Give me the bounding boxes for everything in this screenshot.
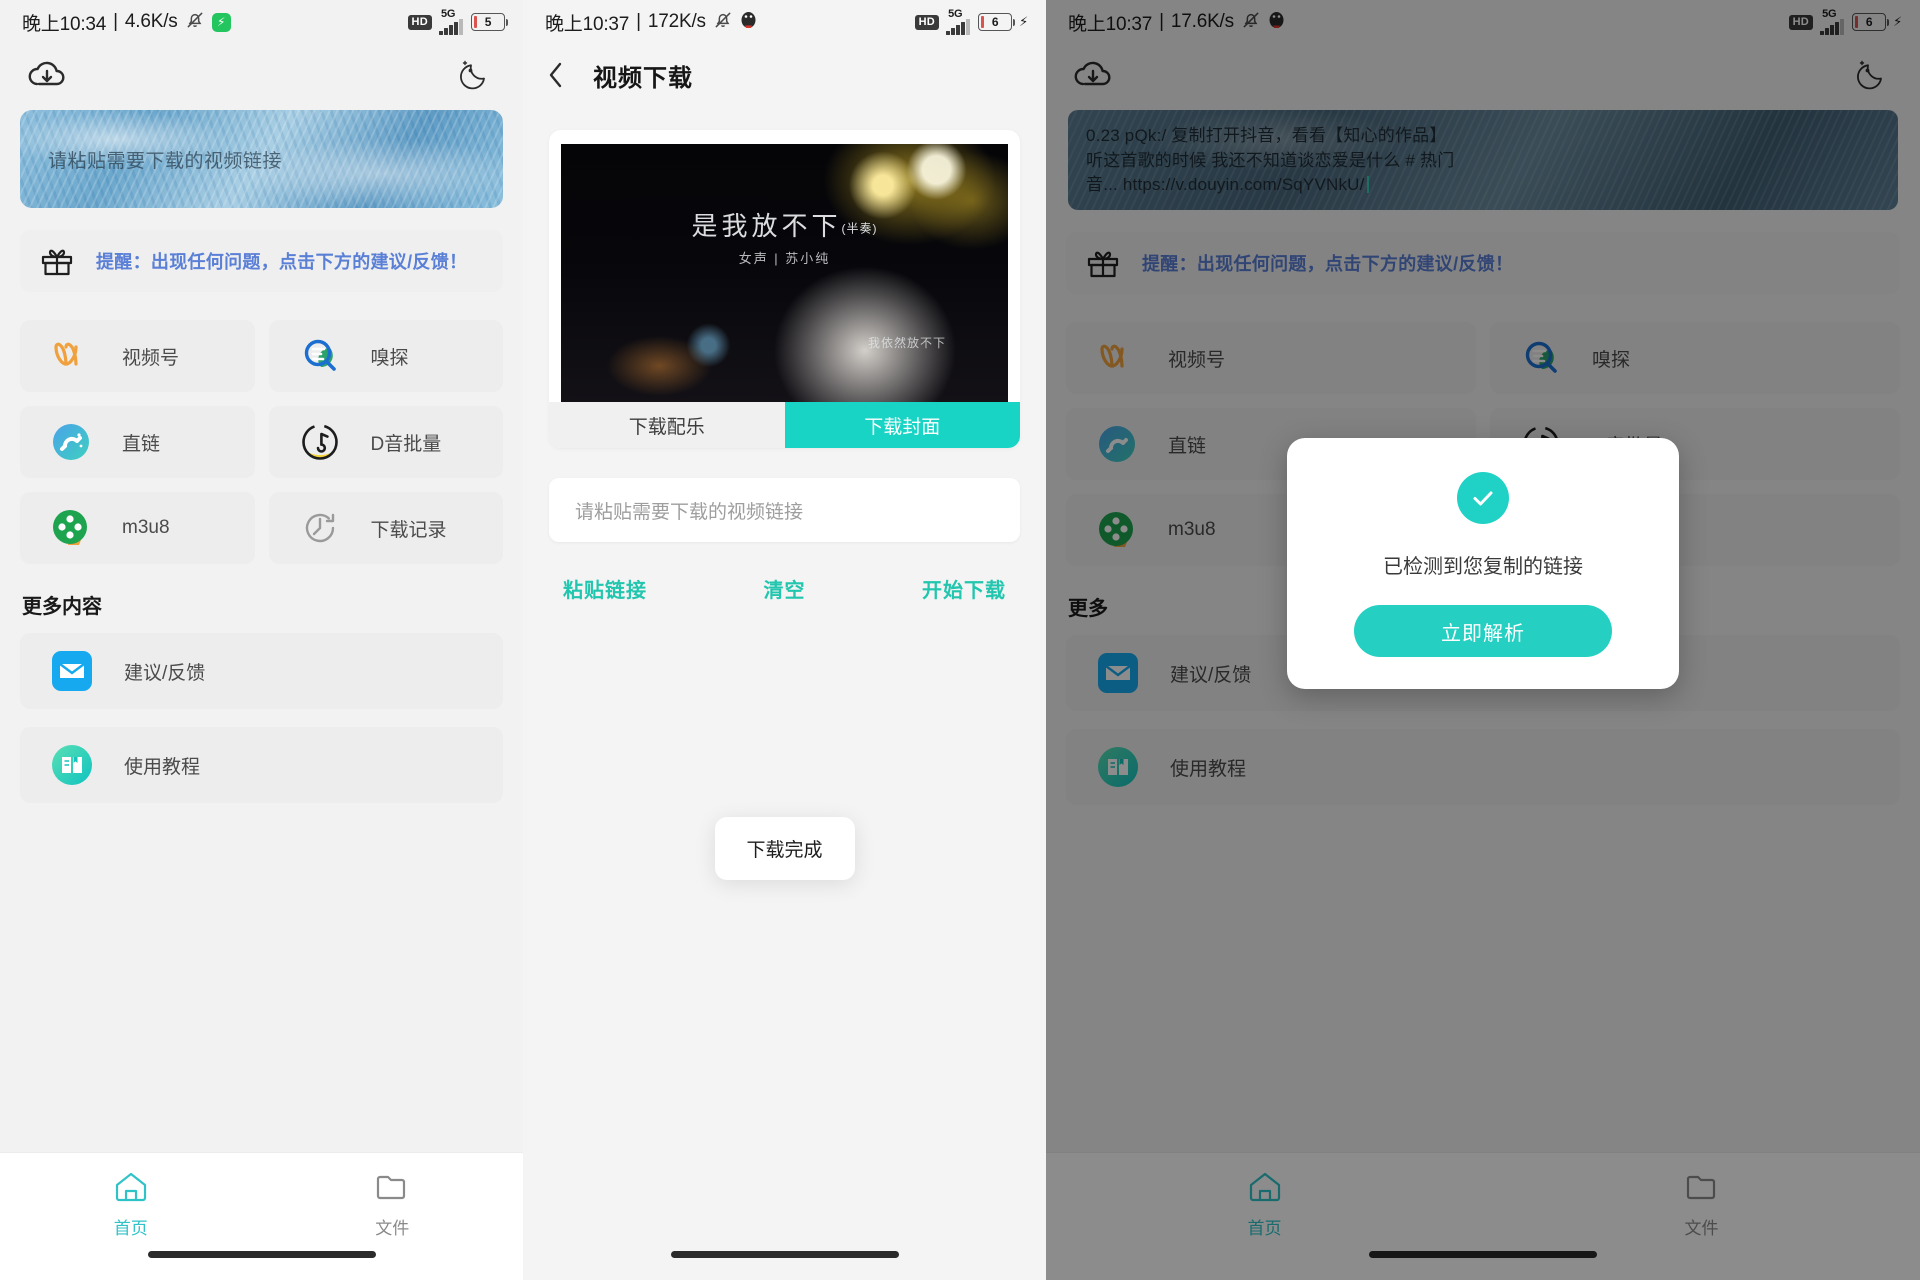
signal-bars-icon: 5G (439, 7, 464, 35)
battery-level: 6 (991, 15, 999, 29)
parse-now-button[interactable]: 立即解析 (1354, 605, 1612, 657)
chevron-left-icon[interactable] (545, 59, 567, 91)
app-header (0, 44, 523, 106)
feature-label: D音批量 (370, 433, 442, 455)
feature-grid: 视频号 嗅探 (20, 320, 503, 564)
video-thumbnail[interactable]: 是我放不下(半奏) 女声 | 苏小纯 我依然放不下 (561, 144, 1008, 402)
green-app-icon: ⚡ (211, 12, 231, 32)
home-indicator (670, 1251, 899, 1258)
hd-badge: HD (914, 14, 940, 30)
cloud-download-icon[interactable] (26, 58, 68, 92)
network-type-label: 5G (948, 7, 963, 20)
mute-bell-icon (713, 10, 733, 35)
folder-icon (375, 1171, 409, 1208)
magnet-direct-link-icon (50, 421, 92, 463)
feature-label: m3u8 (122, 517, 170, 538)
video-url-placeholder: 请粘贴需要下载的视频链接 (575, 501, 804, 523)
download-type-tabs: 下载配乐 下载封面 (549, 402, 1020, 448)
signal-bars-icon: 5G (946, 7, 971, 35)
video-lyric-overlay: 我依然放不下 (867, 336, 946, 350)
history-clock-icon (299, 507, 341, 549)
page-title: 视频下载 (593, 64, 693, 92)
download-complete-toast: 下载完成 (714, 817, 855, 880)
three-phone-screenshots: 晚上10:34 | 4.6K/s ⚡ HD 5G 5 请粘贴需要下载的视频链接 … (0, 0, 1920, 1280)
tab-download-cover[interactable]: 下载封面 (784, 402, 1020, 448)
status-time: 晚上10:34 (22, 13, 107, 35)
tip-text: 提醒：出现任何问题，点击下方的建议/反馈！ (96, 252, 468, 272)
feature-wechat-channels[interactable]: 视频号 (20, 320, 255, 392)
more-item-feedback[interactable]: 建议/反馈 (20, 633, 503, 709)
video-title: 是我放不下(半奏) (691, 211, 878, 241)
battery-indicator: 6 (978, 13, 1016, 31)
action-links-row: 粘贴链接 清空 开始下载 (523, 574, 1046, 603)
more-section-title: 更多内容 (22, 596, 102, 618)
tip-banner[interactable]: 提醒：出现任何问题，点击下方的建议/反馈！ (20, 230, 503, 292)
more-item-label: 建议/反馈 (124, 662, 206, 684)
paste-link-banner[interactable]: 请粘贴需要下载的视频链接 (20, 110, 503, 208)
qq-penguin-icon (740, 10, 757, 34)
bottom-tab-bar: 首页 文件 (0, 1152, 523, 1280)
status-time: 晚上10:37 (545, 13, 630, 35)
dialog-message: 已检测到您复制的链接 (1383, 556, 1583, 578)
more-item-label: 使用教程 (124, 756, 201, 778)
paste-link-button[interactable]: 粘贴链接 (563, 574, 711, 603)
phone-screen-video-download: 晚上10:37 | 172K/s HD 5G 6 ⚡ 视频下载 是我放不下(半奏… (523, 0, 1046, 1280)
mail-envelope-icon (50, 649, 94, 693)
phone-screen-detected-link-dialog: 晚上10:37 | 17.6K/s HD 5G 6 ⚡ 0.23 pQk:/ 复… (1046, 0, 1920, 1280)
tab-label: 首页 (113, 1219, 148, 1238)
feature-download-history[interactable]: 下载记录 (268, 492, 503, 564)
hd-badge: HD (407, 14, 432, 30)
home-icon (114, 1171, 148, 1208)
book-tutorial-icon (50, 743, 94, 787)
more-item-tutorial[interactable]: 使用教程 (20, 727, 503, 803)
charging-bolt-icon: ⚡ (1019, 14, 1028, 29)
network-type-label: 5G (441, 7, 456, 20)
film-reel-icon (50, 507, 92, 549)
battery-level: 5 (484, 15, 492, 29)
status-bar: 晚上10:34 | 4.6K/s ⚡ HD 5G 5 (0, 0, 523, 44)
sniffer-search-icon (299, 335, 341, 377)
clear-button[interactable]: 清空 (711, 574, 859, 603)
video-preview-card: 是我放不下(半奏) 女声 | 苏小纯 我依然放不下 下载配乐 下载封面 (549, 130, 1020, 448)
link-detected-dialog: 已检测到您复制的链接 立即解析 (1287, 438, 1679, 689)
feature-label: 嗅探 (370, 347, 409, 369)
video-subtitle: 女声 | 苏小纯 (738, 251, 831, 266)
check-circle-icon (1457, 472, 1509, 524)
feature-m3u8[interactable]: m3u8 (20, 492, 255, 564)
wechat-channels-icon (50, 335, 92, 377)
video-url-input[interactable]: 请粘贴需要下载的视频链接 (549, 478, 1020, 542)
status-separator: | (636, 11, 641, 32)
moon-night-mode-icon[interactable] (453, 53, 497, 97)
feature-douyin-batch[interactable]: D音批量 (268, 406, 503, 478)
feature-label: 视频号 (122, 347, 180, 369)
feature-label: 直链 (122, 433, 161, 455)
home-indicator (147, 1251, 376, 1258)
tab-files[interactable]: 文件 (262, 1153, 524, 1280)
battery-indicator: 5 (471, 13, 508, 31)
douyin-batch-music-icon (299, 421, 341, 463)
video-title-suffix: (半奏) (841, 221, 878, 236)
feature-direct-link[interactable]: 直链 (20, 406, 255, 478)
paste-banner-placeholder: 请粘贴需要下载的视频链接 (48, 150, 283, 172)
status-network-speed: 172K/s (647, 11, 706, 32)
tab-home[interactable]: 首页 (0, 1153, 262, 1280)
tab-download-audio[interactable]: 下载配乐 (549, 402, 785, 448)
feature-label: 下载记录 (370, 519, 447, 541)
page-nav-bar: 视频下载 (523, 44, 1046, 106)
gift-icon (40, 245, 74, 277)
status-network-speed: 4.6K/s (124, 11, 178, 32)
start-download-button[interactable]: 开始下载 (858, 574, 1006, 603)
feature-sniffer[interactable]: 嗅探 (268, 320, 503, 392)
status-bar: 晚上10:37 | 172K/s HD 5G 6 ⚡ (523, 0, 1046, 44)
phone-screen-home: 晚上10:34 | 4.6K/s ⚡ HD 5G 5 请粘贴需要下载的视频链接 … (0, 0, 523, 1280)
mute-bell-icon (185, 10, 205, 35)
status-separator: | (113, 11, 118, 32)
tab-label: 文件 (375, 1219, 410, 1238)
